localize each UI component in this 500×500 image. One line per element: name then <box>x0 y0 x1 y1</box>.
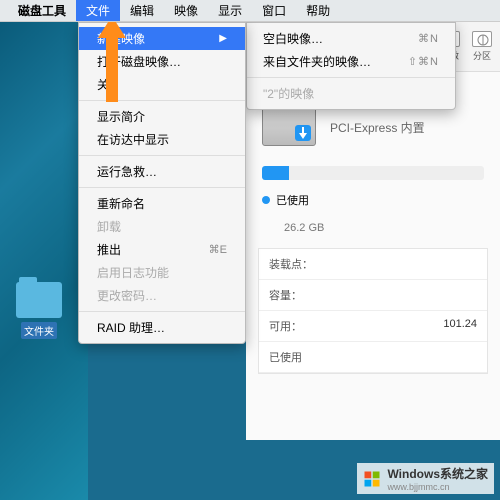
menu-close[interactable]: 关 <box>79 73 245 96</box>
menu-raid-assistant[interactable]: RAID 助理… <box>79 316 245 339</box>
available-value: 101.24 <box>325 318 477 334</box>
menubar-edit[interactable]: 编辑 <box>120 0 164 21</box>
menubar-app-name[interactable]: 磁盘工具 <box>8 0 76 21</box>
menubar-file[interactable]: 文件 <box>76 0 120 21</box>
menu-separator <box>79 311 245 312</box>
file-menu-dropdown: 新建映像 ▶ 打开磁盘映像… 关 显示简介 在访达中显示 运行急救… 重新命名 … <box>78 22 246 344</box>
submenu-blank-image[interactable]: 空白映像… ⌘N <box>247 27 455 50</box>
watermark: Windows系统之家 www.bjjmmc.cn <box>357 463 494 494</box>
watermark-url: www.bjjmmc.cn <box>387 482 488 492</box>
menu-separator <box>79 100 245 101</box>
legend-used-value: 26.2 GB <box>284 222 324 234</box>
menubar: 磁盘工具 文件 编辑 映像 显示 窗口 帮助 <box>0 0 500 22</box>
info-row-mount: 装载点： <box>259 249 487 280</box>
toolbar-partition-button[interactable]: 分区 <box>472 31 492 62</box>
info-row-available: 可用： 101.24 <box>259 311 487 342</box>
folder-label: 文件夹 <box>21 322 57 339</box>
shortcut-label: ⇧⌘N <box>408 55 439 68</box>
menubar-window[interactable]: 窗口 <box>252 0 296 21</box>
watermark-text: Windows系统之家 <box>387 465 488 482</box>
menu-unmount: 卸载 <box>79 215 245 238</box>
menu-run-first-aid[interactable]: 运行急救… <box>79 160 245 183</box>
menu-change-password: 更改密码… <box>79 284 245 307</box>
shortcut-label: ⌘E <box>209 243 227 256</box>
partition-icon <box>472 31 492 47</box>
menubar-view[interactable]: 显示 <box>208 0 252 21</box>
desktop-folder[interactable]: 文件夹 <box>5 282 73 340</box>
menu-enable-journaling: 启用日志功能 <box>79 261 245 284</box>
legend-dot-used <box>262 196 270 204</box>
disk-info-table: 装载点： 容量： 可用： 101.24 已使用 <box>258 248 488 374</box>
info-row-capacity: 容量： <box>259 280 487 311</box>
submenu-image-from-folder[interactable]: 来自文件夹的映像… ⇧⌘N <box>247 50 455 73</box>
desktop-background: 文件夹 <box>0 22 88 500</box>
new-image-submenu: 空白映像… ⌘N 来自文件夹的映像… ⇧⌘N "2"的映像 <box>246 22 456 110</box>
legend-used-label: 已使用 <box>276 192 309 208</box>
info-row-used: 已使用 <box>259 342 487 373</box>
menu-new-image[interactable]: 新建映像 ▶ <box>79 27 245 50</box>
usage-bar <box>262 166 484 180</box>
menubar-help[interactable]: 帮助 <box>296 0 340 21</box>
submenu-image-from-disk: "2"的映像 <box>247 82 455 105</box>
usage-legend-value: 26.2 GB <box>246 222 500 248</box>
folder-icon <box>16 282 62 318</box>
menu-new-image-label: 新建映像 <box>97 30 145 47</box>
menubar-image[interactable]: 映像 <box>164 0 208 21</box>
menu-show-in-finder[interactable]: 在访达中显示 <box>79 128 245 151</box>
menu-eject[interactable]: 推出 ⌘E <box>79 238 245 261</box>
menu-separator <box>79 187 245 188</box>
menu-open-disk-image[interactable]: 打开磁盘映像… <box>79 50 245 73</box>
disk-subtitle: PCI-Express 内置 <box>330 119 425 136</box>
shortcut-label: ⌘N <box>418 32 439 45</box>
menu-separator <box>79 155 245 156</box>
usage-fill <box>262 166 289 180</box>
menu-separator <box>247 77 455 78</box>
windows-logo-icon <box>363 470 381 488</box>
menu-rename[interactable]: 重新命名 <box>79 192 245 215</box>
menu-get-info[interactable]: 显示简介 <box>79 105 245 128</box>
usage-legend: 已使用 <box>246 188 500 222</box>
submenu-arrow-icon: ▶ <box>219 33 227 44</box>
